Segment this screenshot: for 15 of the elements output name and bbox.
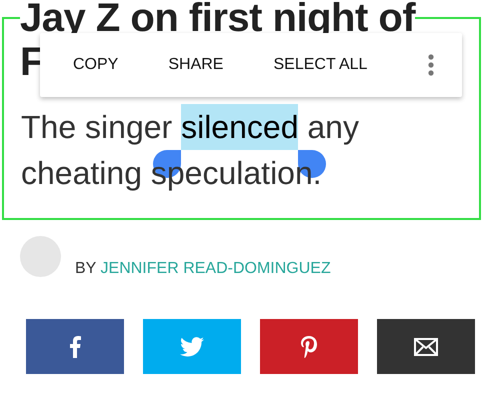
author-avatar xyxy=(20,236,61,277)
twitter-share-button[interactable] xyxy=(143,319,241,374)
facebook-share-button[interactable] xyxy=(26,319,124,374)
envelope-icon xyxy=(414,338,438,356)
menu-action[interactable]: COPY xyxy=(70,50,122,80)
email-share-button[interactable] xyxy=(377,319,475,374)
menu-action[interactable]: SELECT ALL xyxy=(270,50,370,80)
byline: BY JENNIFER READ-DOMINGUEZ xyxy=(75,260,331,278)
more-options-icon[interactable] xyxy=(428,54,434,76)
bird-icon xyxy=(180,336,204,356)
pin-icon xyxy=(301,336,317,358)
pinterest-share-button[interactable] xyxy=(260,319,358,374)
excerpt-text: The singer silenced any cheating speculation. xyxy=(0,104,421,196)
facebook-icon xyxy=(70,336,80,358)
menu-action[interactable]: SHARE xyxy=(165,50,226,80)
